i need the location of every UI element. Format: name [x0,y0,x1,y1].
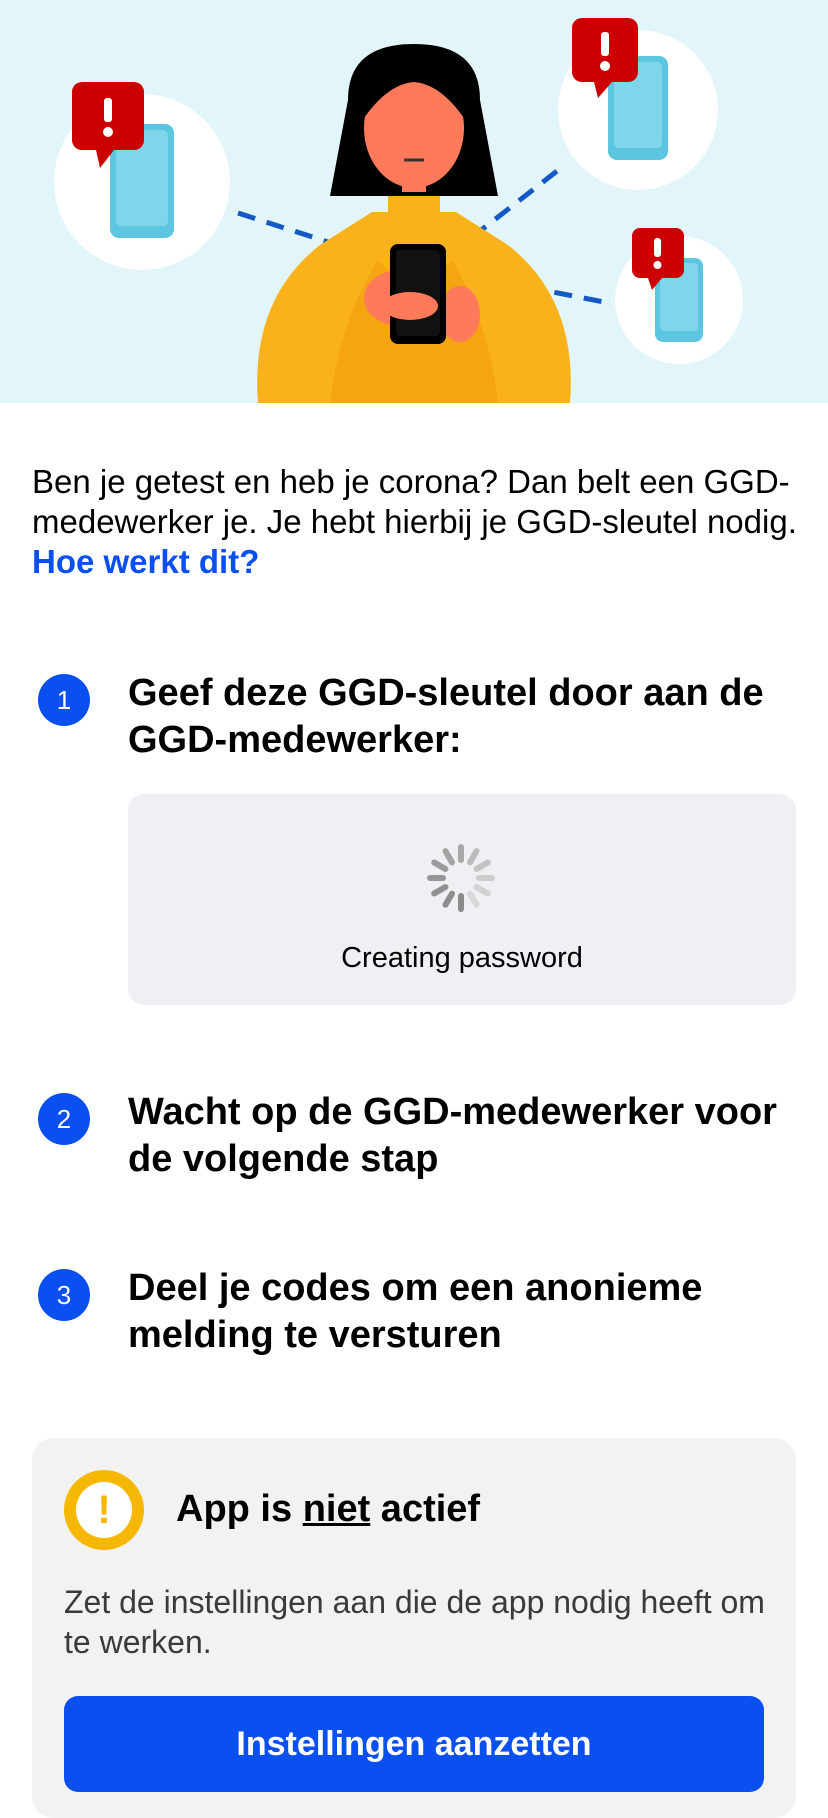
step-number-badge: 3 [38,1269,90,1321]
ggd-key-box: Creating password [128,794,796,1005]
how-does-it-work-link[interactable]: Hoe werkt dit? [32,543,259,580]
step-number-badge: 2 [38,1093,90,1145]
loading-spinner-icon [427,844,495,912]
app-not-active-card: ! App is niet actief Zet de instellingen… [32,1438,796,1818]
warning-icon: ! [64,1470,144,1550]
creating-password-status: Creating password [341,942,583,974]
card-title: App is niet actief [176,1488,480,1531]
card-body-text: Zet de instellingen aan die de app nodig… [64,1584,765,1660]
step-title: Wacht op de GGD-medewerker voor de volge… [128,1091,777,1180]
step-number-badge: 1 [38,674,90,726]
hero-illustration [0,0,828,403]
warning-glyph: ! [76,1482,132,1538]
intro-paragraph: Ben je getest en heb je corona? Dan belt… [32,462,802,582]
step-title: Deel je codes om een anonieme melding te… [128,1267,703,1356]
intro-text: Ben je getest en heb je corona? Dan belt… [32,463,797,540]
step-title: Geef deze GGD-sleutel door aan de GGD-me… [128,672,764,761]
card-title-emphasis: niet [302,1488,371,1530]
woman-with-phones-illustration [54,18,743,403]
card-title-suffix: actief [370,1488,481,1530]
card-title-prefix: App is [176,1488,303,1530]
enable-settings-button[interactable]: Instellingen aanzetten [64,1696,764,1792]
